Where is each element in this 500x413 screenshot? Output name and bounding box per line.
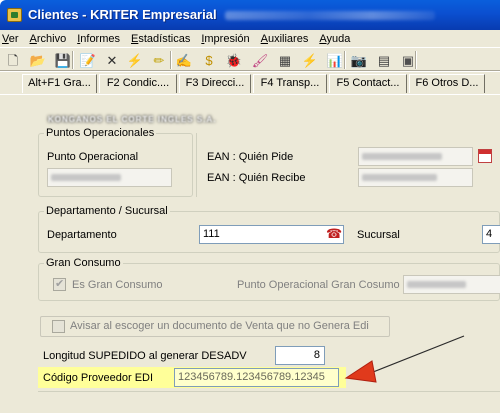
departamento-input[interactable]: 111 — [199, 225, 344, 244]
toolbar-separator — [170, 51, 172, 69]
sparkle-icon[interactable]: ⚡ — [127, 52, 143, 68]
grid-icon[interactable]: ▦ — [277, 52, 293, 68]
longitud-supedido-label: Longitud SUPEDIDO al generar DESADV — [43, 350, 247, 362]
title-bar: Clientes - KRITER Empresarial — [0, 0, 500, 30]
bottom-divider — [38, 391, 500, 392]
bar-chart-icon[interactable]: 📊 — [327, 52, 343, 68]
menu-ver[interactable]: Ver — [2, 33, 19, 45]
calculator-icon[interactable]: ▤ — [376, 52, 392, 68]
ean-quien-recibe-label: EAN : Quién Recibe — [207, 172, 306, 184]
menu-bar: Ver Archivo Informes Estadísticas Impresión A… — [0, 30, 500, 47]
divider — [196, 133, 197, 197]
edit-icon[interactable]: 📝 — [80, 52, 96, 68]
toolbar-separator — [72, 51, 74, 69]
coins-icon[interactable]: $ — [201, 52, 217, 68]
box-icon[interactable]: ▣ — [400, 52, 416, 68]
tab-2[interactable]: F2 Condic.... — [99, 74, 177, 93]
tab-strip: Alt+F1 Gra... F2 Condic.... F3 Direcci... F… — [0, 72, 500, 94]
avisar-label: Avisar al escoger un documento de Venta … — [70, 320, 369, 332]
ean-quien-recibe-input[interactable] — [358, 168, 473, 187]
paint-icon[interactable]: 🖌 — [252, 52, 269, 68]
punto-operacional-label: Punto Operacional — [47, 151, 139, 163]
menu-ayuda[interactable]: Ayuda — [319, 33, 350, 45]
puntos-operacionales-legend: Puntos Operacionales — [44, 127, 157, 139]
gran-consumo-group: Gran Consumo Es Gran Consumo Punto Opera… — [38, 257, 500, 301]
departamento-sucursal-group: Departamento / Sucursal Departamento 111… — [38, 205, 500, 253]
menu-impresión[interactable]: Impresión — [201, 33, 249, 45]
tab-3[interactable]: F3 Direcci... — [179, 74, 251, 93]
toolbar-separator — [415, 51, 417, 69]
tab-5[interactable]: F5 Contact... — [329, 74, 407, 93]
menu-auxiliares[interactable]: Auxiliares — [261, 33, 309, 45]
open-folder-icon[interactable]: 📂 — [30, 52, 46, 68]
tab-4[interactable]: F4 Transp... — [253, 74, 327, 93]
menu-estadísticas[interactable]: Estadísticas — [131, 33, 190, 45]
phone-icon[interactable]: ☎ — [326, 226, 342, 242]
punto-operacional-gran-consumo-input[interactable] — [403, 275, 500, 294]
longitud-supedido-input[interactable]: 8 — [275, 346, 325, 365]
ean-quien-pide-input[interactable] — [358, 147, 473, 166]
lightning-icon[interactable]: ⚡ — [302, 52, 318, 68]
puntos-operacionales-group: Puntos Operacionales Punto Operacional — [38, 127, 193, 197]
menu-informes[interactable]: Informes — [77, 33, 120, 45]
codigo-proveedor-label: Código Proveedor EDI — [43, 372, 154, 384]
brush-icon[interactable]: ✍ — [176, 52, 192, 68]
codigo-proveedor-input[interactable]: 123456789.123456789.12345 — [174, 368, 339, 387]
form-panel: KONGANOS EL CORTE INGLES S.A. Puntos Ope… — [0, 94, 500, 413]
avisar-checkbox[interactable] — [52, 320, 65, 333]
client-name: KONGANOS EL CORTE INGLES S.A. — [48, 115, 217, 124]
toolbar: 🗋 📂 💾 📝 ✕ ⚡ ✏ ✍ $ 🐞 🖌 ▦ ⚡ 📊 📷 ▤ ▣ — [0, 47, 500, 71]
toolbar-separator — [344, 51, 346, 69]
departamento-sucursal-legend: Departamento / Sucursal — [44, 205, 170, 217]
save-icon[interactable]: 💾 — [55, 52, 71, 68]
es-gran-consumo-label: Es Gran Consumo — [72, 279, 163, 291]
sucursal-label: Sucursal — [357, 229, 400, 241]
camera-icon[interactable]: 📷 — [351, 52, 367, 68]
es-gran-consumo-checkbox[interactable] — [53, 277, 66, 291]
window-title: Clientes - KRITER Empresarial — [28, 7, 217, 22]
departamento-label: Departamento — [47, 229, 117, 241]
bug-icon[interactable]: 🐞 — [226, 52, 242, 68]
tab-6[interactable]: F6 Otros D... — [409, 74, 485, 93]
new-doc-icon[interactable]: 🗋 — [5, 52, 21, 68]
blurred-title-info — [225, 11, 435, 20]
wand-icon[interactable]: ✏ — [151, 52, 167, 68]
annotation-arrow-icon — [344, 335, 465, 383]
calendar-icon[interactable] — [478, 149, 492, 163]
ean-quien-pide-label: EAN : Quién Pide — [207, 151, 294, 163]
delete-icon[interactable]: ✕ — [104, 52, 120, 68]
punto-operacional-input[interactable] — [47, 168, 172, 187]
avisar-group: Avisar al escoger un documento de Venta … — [40, 316, 390, 337]
client-form: KONGANOS EL CORTE INGLES S.A. Puntos Ope… — [0, 94, 500, 413]
punto-operacional-gran-consumo-label: Punto Operacional Gran Cosumo — [237, 279, 400, 291]
sucursal-input[interactable]: 4 — [482, 225, 500, 244]
menu-archivo[interactable]: Archivo — [30, 33, 67, 45]
app-icon — [7, 8, 22, 22]
tab-1[interactable]: Alt+F1 Gra... — [22, 74, 97, 93]
gran-consumo-legend: Gran Consumo — [44, 257, 123, 269]
